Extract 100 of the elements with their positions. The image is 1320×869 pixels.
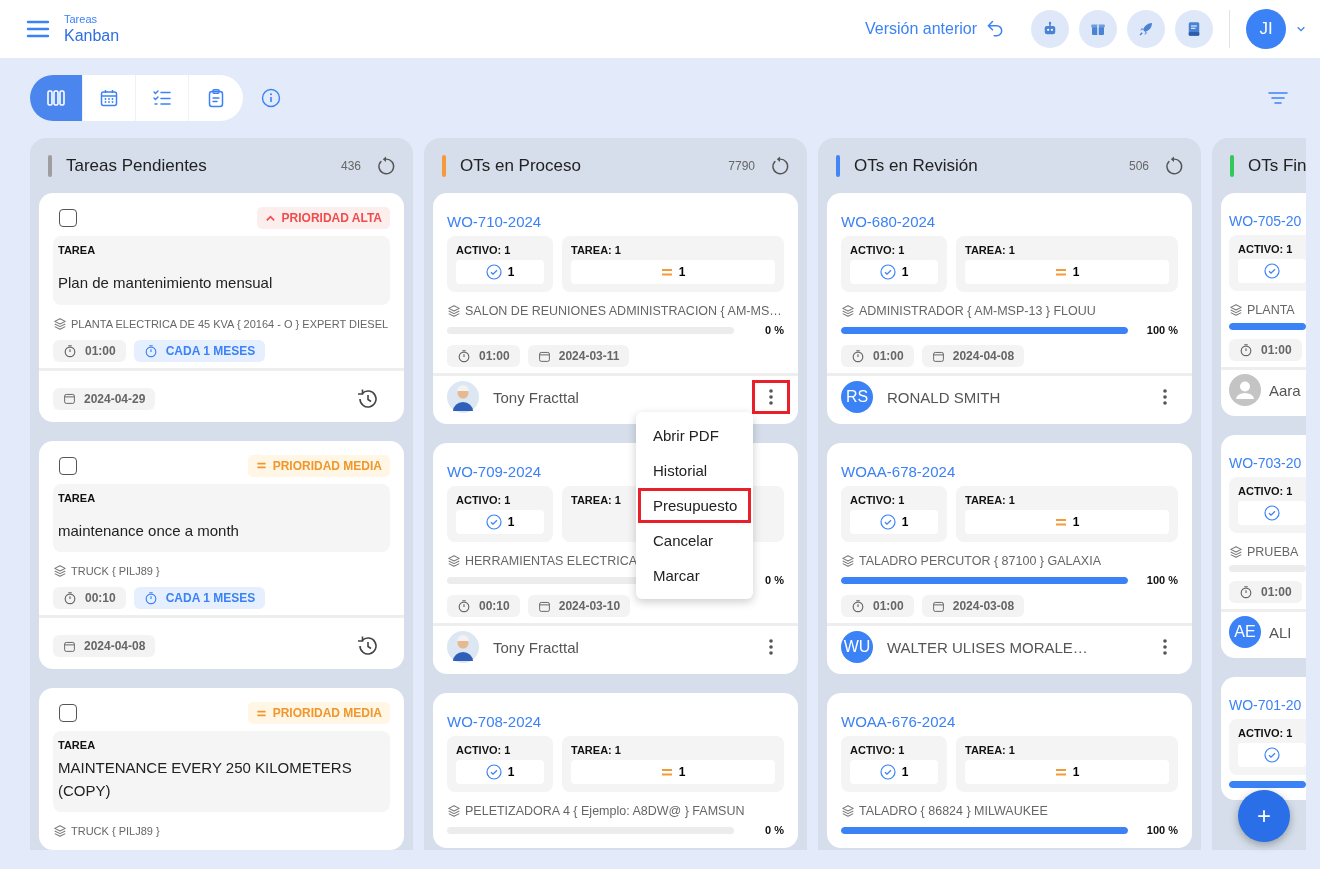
- work-order-card[interactable]: WO-710-2024 ACTIVO: 1 1 TAREA: 1 1 SALON DE REUNIONES ADMINISTRACION { AM-MS… 0 % 01:00 2024-03-11 Tony Fracttal: [433, 193, 798, 424]
- work-order-link[interactable]: WO-701-20: [1229, 697, 1302, 713]
- priority-badge: PRIORIDAD ALTA: [256, 207, 390, 229]
- more-options-button[interactable]: [752, 380, 790, 414]
- stopwatch-icon: [63, 591, 77, 605]
- refresh-icon[interactable]: [1163, 154, 1185, 177]
- calendar-icon: [537, 349, 551, 363]
- frequency-chip: CADA 1 MESES: [133, 339, 266, 362]
- work-order-link[interactable]: WO-705-20: [1229, 213, 1302, 229]
- column-title: OTs en Proceso: [460, 155, 582, 176]
- asset-status-field: 1: [456, 510, 544, 534]
- task-card[interactable]: PRIORIDAD ALTA TAREA Plan de mantenimiento mensual PLANTA ELECTRICA DE 45 KVA { 20164 - O } EXPERT DIESEL 01:00 CADA 1 MESES 2024-04-29: [39, 193, 404, 422]
- column-count: 7790: [728, 158, 755, 173]
- stopwatch-icon: [63, 343, 77, 358]
- stopwatch-icon: [143, 343, 158, 358]
- column-count: 436: [340, 158, 361, 173]
- work-order-card[interactable]: WO-705-20 ACTIVO: 1 PLANTA 01:00 Aara: [1221, 193, 1306, 416]
- asset-status-field: 1: [456, 260, 544, 284]
- previous-version-link[interactable]: Versión anterior: [864, 19, 1005, 39]
- asset-name: TALADRO { 86824 } MILWAUKEE: [859, 804, 1048, 818]
- work-order-link[interactable]: WO-708-2024: [447, 713, 542, 730]
- layers-icon: [1229, 303, 1243, 317]
- work-order-card[interactable]: WOAA-676-2024 ACTIVO: 1 1 TAREA: 1 1 TALADRO { 86824 } MILWAUKEE 100 %: [827, 693, 1192, 848]
- work-order-link[interactable]: WO-709-2024: [447, 463, 542, 480]
- check-circle-icon: [1264, 747, 1280, 763]
- checkbox[interactable]: [59, 704, 77, 722]
- work-order-card[interactable]: WO-708-2024 ACTIVO: 1 1 TAREA: 1 1 PELETIZADORA 4 { Ejemplo: A8DW@ } FAMSUN 0 %: [433, 693, 798, 848]
- check-circle-icon: [1264, 505, 1280, 521]
- progress-percent: 0 %: [764, 824, 784, 836]
- task-label: TAREA: [58, 244, 97, 256]
- checkbox[interactable]: [59, 209, 77, 227]
- progress-percent: 100 %: [1145, 324, 1178, 336]
- task-card[interactable]: PRIORIDAD MEDIA TAREA maintenance once a month TRUCK { PILJ89 } 00:10 CADA 1 MESES 2024-04-08: [39, 440, 404, 669]
- refresh-icon[interactable]: [375, 154, 397, 177]
- layers-icon: [447, 554, 461, 568]
- work-order-card[interactable]: WO-703-20 ACTIVO: 1 PRUEBA 01:00 AE ALI: [1221, 435, 1306, 658]
- asset-count-label: ACTIVO: 1: [850, 744, 905, 756]
- asset-count-label: ACTIVO: 1: [456, 494, 511, 506]
- equals-icon: [1054, 766, 1067, 778]
- asset-name: TRUCK { PILJ89 }: [71, 565, 160, 577]
- checkbox[interactable]: [59, 456, 77, 475]
- stopwatch-icon: [851, 349, 865, 363]
- caret-icon[interactable]: [1296, 24, 1306, 34]
- calendar-icon: [931, 599, 945, 613]
- duration-chip: 01:00: [1229, 339, 1302, 361]
- clipboard-icon: [206, 88, 226, 108]
- column-title: OTs en Revisión: [854, 155, 979, 176]
- info-icon[interactable]: [261, 88, 281, 108]
- asset-name: TALADRO PERCUTOR { 87100 } GALAXIA: [859, 554, 1101, 568]
- duration-chip: 01:00: [447, 345, 520, 367]
- layers-icon: [841, 304, 855, 318]
- date-chip: 2024-03-08: [921, 595, 1025, 617]
- task-card[interactable]: PRIORIDAD MEDIA TAREA MAINTENANCE EVERY 250 KILOMETERS (COPY) TRUCK { PILJ89 }: [39, 688, 404, 850]
- work-order-link[interactable]: WO-703-20: [1229, 455, 1302, 471]
- user-initials-avatar: AE: [1229, 616, 1261, 648]
- work-order-link[interactable]: WO-680-2024: [841, 213, 936, 230]
- menu-item[interactable]: Historial: [638, 453, 751, 488]
- calendar-icon: [99, 88, 119, 108]
- check-circle-icon: [879, 264, 896, 280]
- task-status-field: 1: [965, 260, 1169, 284]
- menu-item[interactable]: Presupuesto: [638, 488, 751, 523]
- history-icon[interactable]: [356, 634, 380, 658]
- work-order-link[interactable]: WOAA-676-2024: [841, 713, 956, 730]
- calendar-icon: [63, 392, 76, 405]
- date-chip: 2024-04-29: [53, 387, 156, 410]
- work-order-card[interactable]: WOAA-678-2024 ACTIVO: 1 1 TAREA: 1 1 TALADRO PERCUTOR { 87100 } GALAXIA 100 % 01:00 2024-03-08 WU WALTER ULISES MORALE…: [827, 443, 1192, 674]
- filter-icon[interactable]: [1268, 91, 1288, 105]
- user-avatar[interactable]: JI: [1246, 9, 1286, 49]
- equals-icon: [660, 766, 673, 778]
- assignee-name: Tony Fracttal: [493, 388, 580, 406]
- book-button[interactable]: [1175, 10, 1213, 48]
- layers-icon: [447, 304, 461, 318]
- breadcrumb-section[interactable]: Tareas: [64, 13, 120, 25]
- asset-count-label: ACTIVO: 1: [1238, 485, 1293, 497]
- stopwatch-icon: [851, 599, 865, 613]
- gift-button[interactable]: [1079, 10, 1117, 48]
- task-title: Plan de mantenimiento mensual: [58, 273, 274, 293]
- work-order-link[interactable]: WOAA-678-2024: [841, 463, 956, 480]
- calendar-icon: [537, 599, 551, 613]
- robot-button[interactable]: [1031, 10, 1069, 48]
- duration-chip: 01:00: [841, 345, 914, 367]
- work-order-card[interactable]: WO-680-2024 ACTIVO: 1 1 TAREA: 1 1 ADMINISTRADOR { AM-MSP-13 } FLOUU 100 % 01:00 2024-04-08 RS RONALD SMITH: [827, 193, 1192, 424]
- progress-percent: 100 %: [1145, 574, 1178, 586]
- view-tab[interactable]: [30, 75, 83, 121]
- more-icon: [1163, 389, 1167, 405]
- column-count: 506: [1128, 158, 1149, 173]
- stopwatch-icon: [457, 599, 471, 613]
- menu-item[interactable]: Marcar: [638, 558, 751, 593]
- progress-percent: 0 %: [764, 574, 784, 586]
- refresh-icon[interactable]: [769, 154, 791, 177]
- check-circle-icon: [485, 264, 502, 280]
- rocket-button[interactable]: [1127, 10, 1165, 48]
- menu-item[interactable]: Cancelar: [638, 523, 751, 558]
- work-order-link[interactable]: WO-710-2024: [447, 213, 542, 230]
- duration-chip: 01:00: [1229, 581, 1302, 603]
- undo-icon: [985, 19, 1005, 39]
- work-order-card[interactable]: WO-701-20 ACTIVO: 1: [1221, 677, 1306, 800]
- layers-icon: [447, 804, 461, 818]
- task-status-field: 1: [571, 760, 775, 784]
- calendar-icon: [63, 639, 76, 653]
